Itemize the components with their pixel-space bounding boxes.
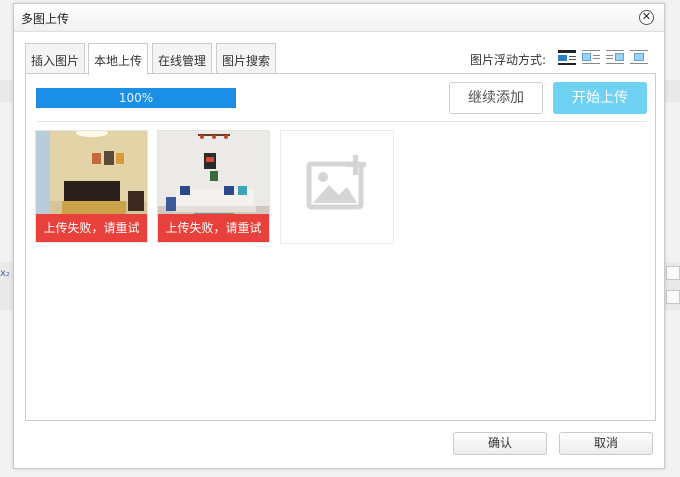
local-upload-panel: 100% 继续添加 开始上传 上传失败，请重试 上传失败，请重试 bbox=[25, 73, 656, 421]
tab-online-manage[interactable]: 在线管理 bbox=[152, 43, 212, 74]
start-upload-button[interactable]: 开始上传 bbox=[553, 82, 647, 114]
right-align-icon[interactable] bbox=[606, 49, 624, 65]
none-align-icon[interactable] bbox=[558, 49, 576, 65]
background-subscript-icon: x₂ bbox=[0, 268, 10, 279]
cancel-button[interactable]: 取消 bbox=[559, 432, 653, 455]
multi-image-upload-dialog: 多图上传 ✕ 插入图片 本地上传 在线管理 图片搜索 图片浮动方式: 100% … bbox=[13, 3, 665, 469]
upload-item-bedroom[interactable]: 上传失败，请重试 bbox=[35, 130, 148, 243]
tab-online-manage-label: 在线管理 bbox=[157, 54, 206, 68]
upload-error-banner[interactable]: 上传失败，请重试 bbox=[158, 214, 269, 242]
background-tool-icon bbox=[666, 290, 680, 304]
left-align-icon[interactable] bbox=[582, 49, 600, 65]
dialog-titlebar[interactable]: 多图上传 ✕ bbox=[14, 4, 664, 32]
continue-add-button[interactable]: 继续添加 bbox=[449, 82, 543, 114]
toolbar-divider bbox=[36, 121, 647, 122]
tab-image-search-label: 图片搜索 bbox=[221, 54, 270, 68]
background-dropdown-icon bbox=[666, 266, 680, 280]
add-image-icon bbox=[306, 155, 366, 210]
tab-local-upload[interactable]: 本地上传 bbox=[88, 43, 148, 75]
upload-progress-bar: 100% bbox=[36, 88, 236, 108]
confirm-button[interactable]: 确认 bbox=[453, 432, 547, 455]
tab-local-upload-label: 本地上传 bbox=[93, 54, 142, 68]
float-mode-label: 图片浮动方式: bbox=[470, 53, 547, 67]
add-image-slot[interactable] bbox=[280, 130, 394, 244]
upload-error-banner[interactable]: 上传失败，请重试 bbox=[36, 214, 147, 242]
tab-insert-image-label: 插入图片 bbox=[30, 54, 79, 68]
center-align-icon[interactable] bbox=[630, 49, 648, 65]
close-icon[interactable]: ✕ bbox=[639, 10, 654, 25]
tab-image-search[interactable]: 图片搜索 bbox=[216, 43, 276, 74]
upload-item-living-room[interactable]: 上传失败，请重试 bbox=[157, 130, 270, 243]
dialog-title: 多图上传 bbox=[21, 12, 70, 26]
tab-insert-image[interactable]: 插入图片 bbox=[25, 43, 85, 74]
